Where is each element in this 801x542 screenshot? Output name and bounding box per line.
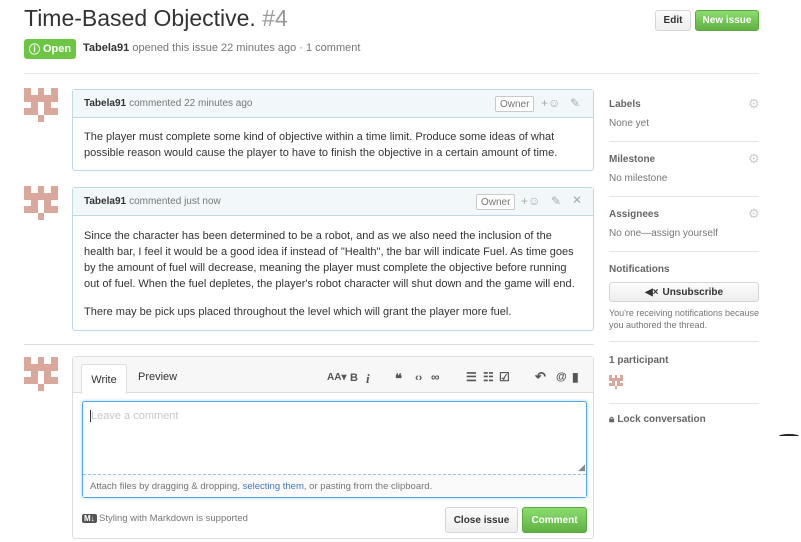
comment-input[interactable]: Leave a comment [83, 402, 586, 474]
sidebar-divider [609, 251, 759, 252]
numbered-list-icon[interactable]: ☷ [483, 370, 494, 384]
milestone-value: No milestone [609, 173, 668, 184]
labels-value: None yet [609, 118, 650, 129]
comment-1: Tabela91 commented 22 minutes ago Owner … [72, 89, 594, 171]
bulleted-list-icon[interactable]: ☰ [466, 370, 477, 384]
comment-paragraph: There may be pick ups placed throughout … [84, 306, 512, 318]
link-icon[interactable]: ∞ [431, 370, 440, 384]
tab-write[interactable]: Write [81, 364, 127, 394]
comment-time[interactable]: commented 22 minutes ago [129, 98, 252, 109]
status-badge: ⓘ Open [24, 39, 76, 59]
header-divider [24, 73, 759, 74]
edit-pencil-icon[interactable]: ✎ [551, 194, 561, 208]
code-icon[interactable]: ‹› [415, 372, 422, 384]
avatar[interactable] [24, 88, 58, 122]
add-reaction-icon[interactable]: +☺ [541, 96, 560, 110]
open-issue-icon: ⓘ [28, 44, 40, 56]
quote-icon[interactable]: ❝ [395, 371, 402, 387]
sidebar-divider [609, 141, 759, 142]
avatar[interactable] [24, 186, 58, 220]
lock-label: Lock conversation [617, 414, 706, 425]
new-comment-form: Write Preview AA▾ B i ❝ ‹› ∞ ☰ ☷ ☑ ↶ @ ▮… [72, 356, 594, 539]
new-issue-button[interactable]: New issue [695, 10, 759, 31]
lock-conversation-link[interactable]: 🔒︎ Lock conversation [609, 414, 706, 425]
owner-badge: Owner [476, 194, 516, 210]
status-label: Open [42, 43, 72, 55]
assignees-heading[interactable]: Assignees [609, 209, 659, 220]
mute-icon: ◀× [644, 286, 659, 298]
sidebar-divider [609, 403, 759, 404]
notifications-heading: Notifications [609, 264, 670, 275]
participant-avatar[interactable] [609, 375, 623, 389]
markdown-note[interactable]: Styling with Markdown is supported [99, 513, 248, 524]
saved-reply-icon[interactable]: ▮ [572, 370, 579, 384]
meta-author[interactable]: Tabela91 [83, 42, 129, 54]
timeline-divider [24, 344, 594, 345]
comment-body: Since the character has been determined … [73, 216, 593, 320]
task-list-icon[interactable]: ☑ [499, 370, 510, 384]
meta-text: opened this issue 22 minutes ago · 1 com… [132, 42, 361, 54]
sidebar-divider [609, 196, 759, 197]
participants-heading: 1 participant [609, 355, 669, 366]
add-reaction-icon[interactable]: +☺ [521, 194, 540, 208]
comment-paragraph: The player must complete some kind of ob… [84, 131, 558, 159]
issue-title-text: Time-Based Objective. [24, 5, 256, 31]
comment-time[interactable]: commented just now [129, 196, 221, 207]
comment-button[interactable]: Comment [522, 507, 587, 533]
labels-heading[interactable]: Labels [609, 99, 641, 110]
sidebar-divider [609, 341, 759, 342]
comment-paragraph: Since the character has been determined … [84, 230, 575, 290]
bold-icon[interactable]: B [350, 372, 358, 384]
edit-button[interactable]: Edit [655, 10, 691, 31]
gear-icon[interactable]: ⚙ [748, 206, 760, 222]
milestone-heading[interactable]: Milestone [609, 154, 655, 165]
avatar[interactable] [24, 357, 58, 391]
lock-icon: 🔒︎ [609, 414, 615, 425]
comment-2: Tabela91 commented just now Owner +☺ ✎ ✕… [72, 187, 594, 331]
comment-textarea-box: Leave a comment Attach files by dragging… [82, 401, 587, 498]
comment-author[interactable]: Tabela91 [84, 98, 126, 109]
owner-badge: Owner [495, 96, 535, 112]
comment-header: Tabela91 commented 22 minutes ago Owner … [73, 90, 593, 118]
comment-placeholder: Leave a comment [91, 410, 179, 422]
gear-icon[interactable]: ⚙ [748, 151, 760, 167]
assignees-value[interactable]: No one—assign yourself [609, 228, 718, 239]
tab-preview[interactable]: Preview [138, 371, 177, 383]
attach-suffix: , or pasting from the clipboard. [303, 481, 433, 492]
stray-mark [779, 434, 799, 438]
comment-body: The player must complete some kind of ob… [73, 118, 593, 161]
resize-handle-icon[interactable]: ◢ [578, 462, 585, 473]
attach-prefix: Attach files by dragging & dropping, [90, 481, 243, 492]
comment-header: Tabela91 commented just now Owner +☺ ✎ ✕ [73, 188, 593, 216]
mention-icon[interactable]: @ [556, 371, 567, 383]
unsubscribe-button[interactable]: ◀× Unsubscribe [609, 282, 759, 302]
reply-icon[interactable]: ↶ [535, 369, 546, 385]
italic-icon[interactable]: i [366, 371, 370, 387]
delete-x-icon[interactable]: ✕ [572, 193, 582, 207]
unsubscribe-label: Unsubscribe [662, 286, 724, 298]
close-issue-button[interactable]: Close issue [445, 507, 518, 533]
gear-icon[interactable]: ⚙ [748, 96, 760, 112]
edit-pencil-icon[interactable]: ✎ [570, 96, 580, 110]
issue-number: #4 [262, 5, 288, 31]
markdown-icon: M↓ [82, 514, 97, 523]
comment-author[interactable]: Tabela91 [84, 196, 126, 207]
selecting-them-link[interactable]: selecting them [243, 481, 304, 492]
issue-meta: Tabela91 opened this issue 22 minutes ag… [83, 42, 360, 54]
text-size-icon[interactable]: AA▾ [327, 372, 346, 383]
notifications-note: You're receiving notifications because y… [609, 308, 759, 330]
issue-title: Time-Based Objective. #4 [24, 5, 288, 32]
attach-files-bar[interactable]: Attach files by dragging & dropping, sel… [83, 474, 586, 497]
